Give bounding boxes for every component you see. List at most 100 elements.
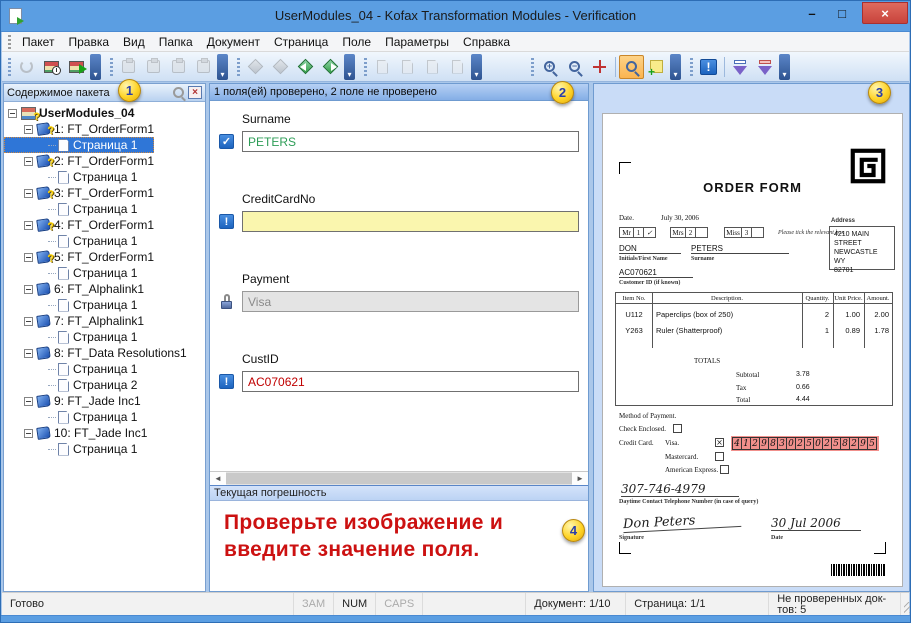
first-document-button[interactable] [243, 55, 268, 79]
next-unverified-document-button[interactable] [318, 55, 343, 79]
menu-grip[interactable] [8, 35, 11, 49]
tree-expand-toggle[interactable] [24, 429, 33, 438]
tree-page[interactable]: Страница 1 [4, 409, 205, 425]
scroll-right-arrow[interactable]: ► [572, 472, 588, 485]
menu-folder[interactable]: Папка [152, 33, 200, 51]
menu-edit[interactable]: Правка [61, 33, 116, 51]
window-resize-grip[interactable] [901, 593, 911, 615]
tree-document[interactable]: 10: FT_Jade Inc1 [4, 425, 205, 441]
tree-document[interactable]: ?4: FT_OrderForm1 [4, 217, 205, 233]
field-custid: CustID ! [210, 352, 588, 392]
toolbar-overflow-button[interactable]: ▾ [90, 54, 101, 80]
toolbar-grip[interactable] [531, 58, 534, 76]
toolbar-grip[interactable] [8, 58, 11, 76]
prev-folder-button[interactable] [141, 55, 166, 79]
close-button[interactable]: × [862, 2, 908, 24]
next-page-button[interactable] [420, 55, 445, 79]
tree-root[interactable]: ?UserModules_04 [4, 105, 205, 121]
tree-page[interactable]: Страница 1 [4, 201, 205, 217]
tree-page-selected[interactable]: Страница 1 [4, 137, 154, 153]
visa-label: Visa. [665, 439, 679, 447]
first-folder-button[interactable] [116, 55, 141, 79]
tree-expand-toggle[interactable] [24, 253, 33, 262]
tree-document[interactable]: 9: FT_Jade Inc1 [4, 393, 205, 409]
menu-document[interactable]: Документ [200, 33, 267, 51]
toolbar-grip[interactable] [690, 58, 693, 76]
tree-expand-toggle[interactable] [24, 349, 33, 358]
tree-document[interactable]: 8: FT_Data Resolutions1 [4, 345, 205, 361]
tree-document[interactable]: ?2: FT_OrderForm1 [4, 153, 205, 169]
tree-document[interactable]: ?3: FT_OrderForm1 [4, 185, 205, 201]
menu-field[interactable]: Поле [335, 33, 378, 51]
tree-expand-toggle[interactable] [24, 157, 33, 166]
document-icon [36, 394, 51, 408]
prev-document-button[interactable] [268, 55, 293, 79]
scanned-document-page[interactable]: ORDER FORM Date. July 30, 2006 Mr 1 ✓ Mr… [602, 113, 903, 587]
scrollbar-thumb[interactable] [226, 473, 572, 484]
close-panel-icon[interactable]: × [188, 86, 202, 99]
toolbar-grip[interactable] [364, 58, 367, 76]
tree-document[interactable]: ?1: FT_OrderForm1 [4, 121, 205, 137]
payment-input[interactable] [242, 291, 579, 312]
surname-input[interactable] [242, 131, 579, 152]
toolbar-grip[interactable] [110, 58, 113, 76]
tree-expand-toggle[interactable] [24, 285, 33, 294]
pin-panel-icon[interactable] [173, 87, 184, 98]
confirm-document-button[interactable] [753, 55, 778, 79]
tree-page[interactable]: Страница 1 [4, 265, 205, 281]
zoom-out-button[interactable]: − [562, 55, 587, 79]
check-enclosed-checkbox [673, 424, 682, 433]
prev-page-button[interactable] [395, 55, 420, 79]
zoom-selection-button[interactable] [619, 55, 644, 79]
tree-page[interactable]: Страница 2 [4, 377, 205, 393]
image-viewer-panel[interactable]: ORDER FORM Date. July 30, 2006 Mr 1 ✓ Mr… [593, 83, 910, 592]
toolbar-grip[interactable] [237, 58, 240, 76]
toolbar-overflow-button[interactable]: ▾ [779, 54, 790, 80]
menu-help[interactable]: Справка [456, 33, 517, 51]
tree-expand-toggle[interactable] [24, 397, 33, 406]
prev-unverified-document-button[interactable] [293, 55, 318, 79]
confirm-field-button[interactable] [728, 55, 753, 79]
tree-expand-toggle[interactable] [24, 125, 33, 134]
tree-expand-toggle[interactable] [8, 109, 17, 118]
menu-options[interactable]: Параметры [378, 33, 456, 51]
tree-document[interactable]: 6: FT_Alphalink1 [4, 281, 205, 297]
tree-expand-toggle[interactable] [24, 317, 33, 326]
last-folder-button[interactable] [191, 55, 216, 79]
tree-page[interactable]: Страница 1 [4, 297, 205, 313]
tree-document[interactable]: ?5: FT_OrderForm1 [4, 249, 205, 265]
first-page-button[interactable] [370, 55, 395, 79]
menu-batch[interactable]: Пакет [15, 33, 61, 51]
batch-icon: ? [21, 107, 36, 120]
custid-input[interactable] [242, 371, 579, 392]
next-folder-button[interactable] [166, 55, 191, 79]
close-batch-button[interactable] [64, 55, 89, 79]
tree-page[interactable]: Страница 1 [4, 329, 205, 345]
last-page-button[interactable] [445, 55, 470, 79]
toolbar-overflow-button[interactable]: ▾ [344, 54, 355, 80]
tree-page[interactable]: Страница 1 [4, 169, 205, 185]
zoom-in-button[interactable]: + [537, 55, 562, 79]
tree-page[interactable]: Страница 1 [4, 233, 205, 249]
creditcardno-input[interactable] [242, 211, 579, 232]
menu-page[interactable]: Страница [267, 33, 335, 51]
toolbar-overflow-button[interactable]: ▾ [670, 54, 681, 80]
toolbar-overflow-button[interactable]: ▾ [217, 54, 228, 80]
force-invalid-button[interactable]: ! [696, 55, 721, 79]
menu-view[interactable]: Вид [116, 33, 152, 51]
minimize-button[interactable]: – [800, 1, 824, 25]
toolbar-overflow-button[interactable]: ▾ [471, 54, 482, 80]
refresh-batch-button[interactable] [14, 55, 39, 79]
add-note-button[interactable]: + [644, 55, 669, 79]
fit-image-button[interactable] [587, 55, 612, 79]
tree-page[interactable]: Страница 1 [4, 361, 205, 377]
maximize-button[interactable]: □ [830, 1, 854, 25]
scroll-left-arrow[interactable]: ◄ [210, 472, 226, 485]
tree-expand-toggle[interactable] [24, 189, 33, 198]
tree-expand-toggle[interactable] [24, 221, 33, 230]
tree-document[interactable]: 7: FT_Alphalink1 [4, 313, 205, 329]
tree-page[interactable]: Страница 1 [4, 441, 205, 457]
title-bar[interactable]: UserModules_04 - Kofax Transformation Mo… [1, 1, 910, 32]
suspend-batch-button[interactable] [39, 55, 64, 79]
horizontal-scrollbar[interactable]: ◄ ► [210, 471, 588, 485]
